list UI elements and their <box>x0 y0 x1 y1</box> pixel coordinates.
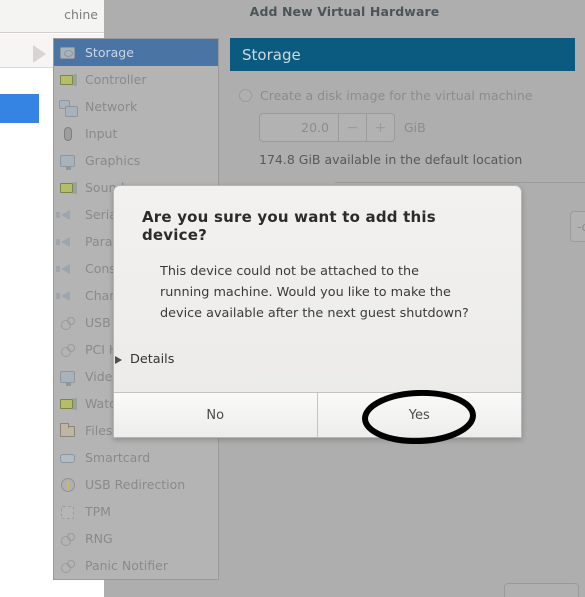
tpm-chip-icon <box>59 503 77 521</box>
hardware-item-panic-notifier[interactable]: Panic Notifier <box>54 552 218 579</box>
usb-gear-icon <box>59 314 77 332</box>
smartcard-icon <box>59 449 77 467</box>
hardware-item-label: Storage <box>85 45 134 60</box>
rng-gear-icon <box>59 530 77 548</box>
cancel-button[interactable] <box>504 583 579 597</box>
disk-size-spinner[interactable]: 20.0 − + <box>259 113 395 142</box>
confirm-dialog-body: Are you sure you want to add this device… <box>114 186 521 324</box>
hardware-item-storage[interactable]: Storage <box>54 39 218 66</box>
hardware-item-graphics[interactable]: Graphics <box>54 147 218 174</box>
hardware-item-tpm[interactable]: TPM <box>54 498 218 525</box>
network-icon <box>59 98 78 117</box>
hardware-item-label: Panic Notifier <box>85 558 168 573</box>
screen: chine ce ns 1 2 :d0 ice USB PCI Add New … <box>0 0 585 597</box>
radio-icon[interactable] <box>239 89 252 102</box>
display-icon <box>59 152 77 170</box>
hardware-item-label: Input <box>85 126 118 141</box>
yes-button[interactable]: Yes <box>317 393 521 437</box>
increment-button[interactable]: + <box>366 114 394 141</box>
console-port-icon <box>56 260 77 278</box>
channel-port-icon <box>56 287 77 305</box>
panic-gear-icon <box>59 557 77 575</box>
hardware-item-usb-redirection[interactable]: USB Redirection <box>54 471 218 498</box>
usb-redirection-icon <box>59 476 77 494</box>
background-menu-label[interactable]: chine <box>64 7 98 22</box>
iso-path-field[interactable]: -dvd. <box>570 211 585 242</box>
hardware-item-label: RNG <box>85 531 113 546</box>
confirm-dialog-message: This device could not be attached to the… <box>160 264 469 321</box>
hardware-item-label: USB Redirection <box>85 477 186 492</box>
create-disk-image-option[interactable]: Create a disk image for the virtual mach… <box>239 88 533 103</box>
details-label: Details <box>130 352 175 367</box>
create-disk-image-label: Create a disk image for the virtual mach… <box>260 88 533 103</box>
panel-header-label: Storage <box>242 45 301 64</box>
play-icon[interactable] <box>33 45 46 63</box>
confirm-dialog-title: Are you sure you want to add this device… <box>142 208 436 244</box>
panel-header: Storage <box>230 38 575 71</box>
controller-card-icon <box>59 71 77 89</box>
storage-icon <box>59 44 77 62</box>
hardware-item-network[interactable]: Network <box>54 93 218 120</box>
hardware-item-label: Network <box>85 99 138 114</box>
watchdog-card-icon <box>59 395 77 413</box>
hardware-item-rng[interactable]: RNG <box>54 525 218 552</box>
details-disclosure[interactable]: Details <box>115 352 174 367</box>
hardware-item-label: Graphics <box>85 153 141 168</box>
hardware-item-label: Smartcard <box>85 450 151 465</box>
size-unit-label: GiB <box>404 120 426 135</box>
sound-card-icon <box>59 179 77 197</box>
hardware-item-input[interactable]: Input <box>54 120 218 147</box>
no-button[interactable]: No <box>114 393 318 437</box>
triangle-right-icon[interactable] <box>115 355 122 364</box>
video-display-icon <box>59 368 77 386</box>
available-space-note: 174.8 GiB available in the default locat… <box>259 152 523 167</box>
hardware-item-label: Controller <box>85 72 147 87</box>
pci-gear-icon <box>59 341 77 359</box>
background-menubar: chine <box>0 0 104 33</box>
hardware-item-controller[interactable]: Controller <box>54 66 218 93</box>
page-title: Add New Virtual Hardware <box>249 3 440 19</box>
parallel-port-icon <box>56 233 77 251</box>
decrement-button[interactable]: − <box>338 114 366 141</box>
serial-port-icon <box>56 206 77 224</box>
disk-size-row: 20.0 − + GiB <box>259 113 426 142</box>
disk-size-input[interactable]: 20.0 <box>260 114 338 141</box>
folder-icon <box>59 422 77 440</box>
background-selected-row[interactable] <box>0 94 39 123</box>
confirm-dialog-buttons: No Yes <box>114 392 521 437</box>
hardware-item-label: TPM <box>85 504 111 519</box>
storage-path-divider <box>335 182 585 183</box>
hardware-item-smartcard[interactable]: Smartcard <box>54 444 218 471</box>
window-titlebar: Add New Virtual Hardware <box>104 0 585 22</box>
mouse-input-icon <box>59 125 77 143</box>
